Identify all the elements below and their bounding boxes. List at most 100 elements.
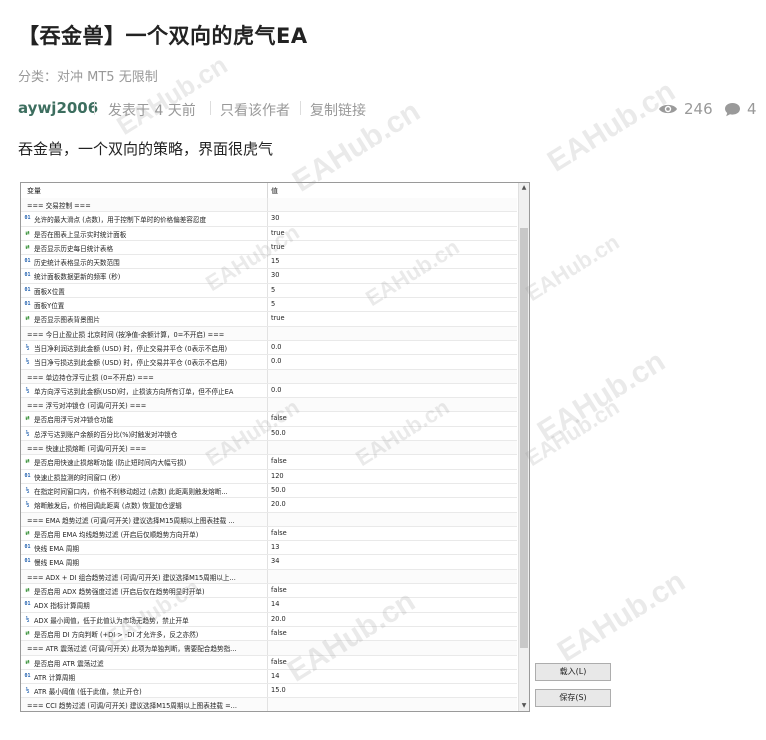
boolean-type-icon: ⇄ — [25, 657, 30, 666]
parameter-value[interactable]: 15 — [271, 257, 511, 265]
parameter-row[interactable]: ½ 单方向浮亏达到此金额(USD)时，止损该方向所有订单，但不停止EA 0.0 — [21, 383, 517, 399]
section-row[interactable]: === ATR 震荡过滤 (可调/可开关) 此项为单独判断，需要配合趋势指... — [21, 641, 517, 656]
parameter-value[interactable]: true — [271, 229, 511, 237]
article-category[interactable]: 分类：对冲 MT5 无限制 — [18, 66, 158, 85]
parameter-value[interactable]: false — [271, 457, 511, 465]
parameter-value[interactable]: 20.0 — [271, 615, 511, 623]
parameter-value[interactable]: 30 — [271, 271, 511, 279]
parameter-name: 是否启用 ADX 趋势强度过滤 (开启后仅在趋势明显时开单) — [34, 588, 205, 597]
parameter-row[interactable]: ½ 在指定时间窗口内，价格不利移动超过 (点数) 此距离则触发熔断... 50.0 — [21, 483, 517, 499]
parameter-value[interactable]: 50.0 — [271, 486, 511, 494]
parameter-name: === 快速止损熔断 (可调/可开关) === — [27, 445, 147, 454]
parameter-name: === ATR 震荡过滤 (可调/可开关) 此项为单独判断，需要配合趋势指... — [27, 645, 237, 654]
parameter-name: === 今日止盈止损 北京时间 (按净值-余额计算，0=不开启) === — [27, 330, 225, 339]
parameter-value[interactable]: 13 — [271, 543, 511, 551]
parameter-value[interactable]: true — [271, 314, 511, 322]
parameter-row[interactable]: ⇄ 是否显示图表背景图片 true — [21, 312, 517, 327]
double-type-icon: ½ — [25, 358, 30, 366]
parameter-row[interactable]: ⇄ 是否启用 ATR 震荡过滤 false — [21, 655, 517, 670]
parameter-value[interactable]: 0.0 — [271, 357, 511, 365]
parameter-value[interactable]: true — [271, 243, 511, 251]
parameter-name: 快线 EMA 周期 — [34, 545, 79, 554]
vertical-scrollbar[interactable]: ▲ ▼ — [518, 183, 529, 711]
section-row[interactable]: === 今日止盈止损 北京时间 (按净值-余额计算，0=不开启) === — [21, 326, 517, 341]
parameter-row[interactable]: ½ 当日净利润达到此金额 (USD) 时，停止交易并平仓 (0表示不启用) 0.0 — [21, 340, 517, 356]
parameter-value[interactable]: 34 — [271, 557, 511, 565]
meta-divider — [94, 101, 95, 115]
views-count: 246 — [684, 100, 713, 118]
parameter-name: 统计面板数据更新的频率 (秒) — [34, 273, 121, 282]
parameter-value[interactable]: 120 — [271, 472, 511, 480]
section-row[interactable]: === CCI 趋势过滤 (可调/可开关) 建议选择M15周期以上图表挂载 =.… — [21, 698, 517, 711]
parameter-row[interactable]: ½ 当日净亏损达到此金额 (USD) 时，停止交易并平仓 (0表示不启用) 0.0 — [21, 355, 517, 370]
parameter-value[interactable]: 14 — [271, 672, 511, 680]
author-link[interactable]: aywj2006 — [18, 99, 98, 117]
parameter-name: 是否在图表上显示实时统计面板 — [34, 230, 127, 239]
parameter-value[interactable]: 0.0 — [271, 343, 511, 351]
parameter-row[interactable]: 01 ADX 指标计算周期 14 — [21, 598, 517, 613]
parameter-row[interactable]: 01 慢线 EMA 周期 34 — [21, 555, 517, 570]
boolean-type-icon: ⇄ — [25, 528, 30, 537]
parameter-row[interactable]: 01 历史统计表格显示的天数范围 15 — [21, 255, 517, 270]
save-button[interactable]: 保存(S) — [535, 689, 611, 707]
parameter-value[interactable]: 20.0 — [271, 500, 511, 508]
parameter-value[interactable]: false — [271, 629, 511, 637]
parameter-value[interactable]: 0.0 — [271, 386, 511, 394]
column-variable: 变量 — [27, 187, 41, 195]
parameter-value[interactable]: false — [271, 529, 511, 537]
parameter-row[interactable]: ⇄ 是否启用浮亏对冲锁仓功能 false — [21, 412, 517, 427]
watermark: EAHub.cn — [111, 49, 233, 141]
comments-stat[interactable]: 4 — [724, 100, 757, 118]
parameter-value[interactable]: false — [271, 586, 511, 594]
parameter-row[interactable]: ⇄ 是否启用 ADX 趋势强度过滤 (开启后仅在趋势明显时开单) false — [21, 584, 517, 599]
parameter-row[interactable]: 01 统计面板数据更新的频率 (秒) 30 — [21, 269, 517, 284]
parameter-row[interactable]: 01 允许的最大滑点 (点数)，用于控制下单时的价格偏差容忍度 30 — [21, 212, 517, 227]
parameter-row[interactable]: 01 ATR 计算周期 14 — [21, 669, 517, 685]
parameter-row[interactable]: 01 快速止损监测的时间窗口 (秒) 120 — [21, 469, 517, 484]
only-author-link[interactable]: 只看该作者 — [220, 100, 290, 120]
parameter-row[interactable]: ½ 熔断触发后，价格回调此距离 (点数) 恢复加仓逻辑 20.0 — [21, 498, 517, 513]
parameter-row[interactable]: ⇄ 是否启用 DI 方向判断 (+DI > -DI 才允许多，反之亦然) false — [21, 626, 517, 642]
parameter-value[interactable]: 5 — [271, 300, 511, 308]
integer-type-icon: 01 — [24, 672, 31, 679]
ea-parameters-screenshot: 变量 值 === 交易控制 === 01 允许的最大滑点 (点数)，用于控制下单时的… — [20, 182, 530, 712]
parameter-name: 是否启用 ATR 震荡过滤 — [34, 659, 104, 668]
parameter-name: === 单边持仓浮亏止损 (0=不开启) === — [27, 373, 154, 382]
section-row[interactable]: === ADX + DI 组合趋势过滤 (可调/可开关) 建议选择M15周期以上… — [21, 569, 517, 585]
parameter-row[interactable]: ⇄ 是否启用快速止损熔断功能 (防止短时间内大幅亏损) false — [21, 455, 517, 470]
eye-icon — [659, 104, 677, 114]
parameter-row[interactable]: ½ ADX 最小阈值，低于此值认为市场无趋势，禁止开单 20.0 — [21, 612, 517, 627]
parameter-name: 是否启用 DI 方向判断 (+DI > -DI 才允许多，反之亦然) — [34, 630, 199, 639]
section-row[interactable]: === 浮亏对冲锁仓 (可调/可开关) === — [21, 398, 517, 413]
copy-link[interactable]: 复制链接 — [310, 100, 366, 120]
parameter-row[interactable]: 01 快线 EMA 周期 13 — [21, 541, 517, 556]
parameter-value[interactable]: false — [271, 658, 511, 666]
section-row[interactable]: === 交易控制 === — [21, 198, 517, 213]
scroll-down-icon[interactable]: ▼ — [519, 701, 529, 711]
integer-type-icon: 01 — [24, 558, 31, 565]
parameter-value[interactable]: 30 — [271, 214, 511, 222]
scroll-up-icon[interactable]: ▲ — [519, 183, 529, 193]
parameter-row[interactable]: ½ 总浮亏达到账户余额的百分比(%)时触发对冲锁仓 50.0 — [21, 426, 517, 442]
integer-type-icon: 01 — [24, 286, 31, 293]
parameter-row[interactable]: ⇄ 是否在图表上显示实时统计面板 true — [21, 226, 517, 241]
parameter-name: 当日净利润达到此金额 (USD) 时，停止交易并平仓 (0表示不启用) — [34, 344, 228, 353]
parameter-value[interactable]: false — [271, 414, 511, 422]
parameter-row[interactable]: 01 面板Y位置 5 — [21, 298, 517, 313]
section-row[interactable]: === 单边持仓浮亏止损 (0=不开启) === — [21, 369, 517, 384]
load-button[interactable]: 载入(L) — [535, 663, 611, 681]
section-row[interactable]: === EMA 趋势过滤 (可调/可开关) 建议选择M15周期以上图表挂载 ..… — [21, 512, 517, 527]
parameter-name: 是否启用浮亏对冲锁仓功能 — [34, 416, 114, 425]
parameter-value[interactable]: 5 — [271, 286, 511, 294]
parameter-value[interactable]: 14 — [271, 600, 511, 608]
watermark: EAHub.cn — [531, 344, 671, 449]
section-row[interactable]: === 快速止损熔断 (可调/可开关) === — [21, 441, 517, 456]
boolean-type-icon: ⇄ — [25, 228, 30, 237]
parameter-value[interactable]: 15.0 — [271, 686, 511, 694]
parameter-row[interactable]: 01 面板X位置 5 — [21, 283, 517, 299]
parameter-row[interactable]: ⇄ 是否显示历史每日统计表格 true — [21, 240, 517, 256]
parameter-row[interactable]: ½ ATR 最小阈值 (低于此值，禁止开仓) 15.0 — [21, 684, 517, 699]
parameter-row[interactable]: ⇄ 是否启用 EMA 均线趋势过滤 (开启后仅顺趋势方向开单) false — [21, 526, 517, 542]
scroll-thumb[interactable] — [520, 228, 528, 648]
parameter-value[interactable]: 50.0 — [271, 429, 511, 437]
